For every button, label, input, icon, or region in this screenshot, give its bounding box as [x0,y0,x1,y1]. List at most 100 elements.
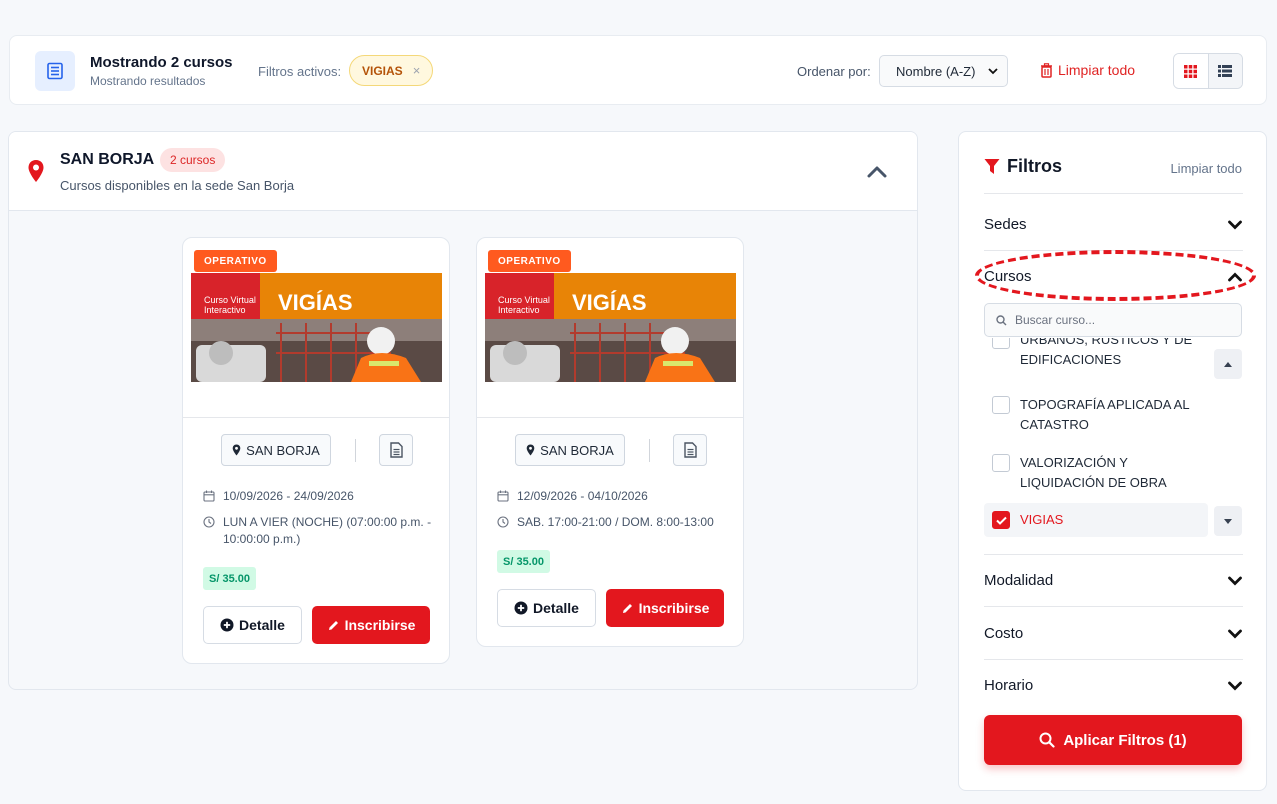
category-tag: OPERATIVO [488,250,571,272]
map-pin-icon [232,444,241,456]
divider [984,193,1243,194]
banner-small-text-2: Interactivo [204,305,246,315]
active-filters-label: Filtros activos: [258,64,342,79]
location-label: SAN BORJA [246,442,320,458]
sede-header[interactable]: SAN BORJA 2 cursos Cursos disponibles en… [9,132,917,211]
search-placeholder: Buscar curso... [1015,313,1096,327]
plus-circle-icon [220,618,234,632]
map-pin-icon [28,160,44,182]
chevron-up-icon[interactable] [866,165,888,179]
course-search-input[interactable]: Buscar curso... [984,303,1242,337]
schedule-text: SAB. 17:00-21:00 / DOM. 8:00-13:00 [517,515,714,529]
vertical-divider [649,439,650,462]
section-sedes[interactable]: Sedes [984,216,1243,233]
course-option-selected[interactable]: VIGIAS [984,503,1208,537]
section-cursos[interactable]: Cursos [984,268,1243,285]
view-toggle [1173,53,1243,89]
sidebar-clear-all[interactable]: Limpiar todo [1170,161,1242,176]
checkbox-checked[interactable] [992,511,1010,529]
divider [984,554,1243,555]
checkbox[interactable] [992,396,1010,414]
document-button[interactable] [673,434,707,466]
chevron-down-icon[interactable] [1228,629,1242,639]
location-button[interactable]: SAN BORJA [515,434,625,466]
chevron-down-icon[interactable] [1228,576,1242,586]
course-option[interactable]: VALORIZACIÓN Y LIQUIDACIÓN DE OBRA [984,453,1208,493]
sede-description: Cursos disponibles en la sede San Borja [60,178,295,193]
location-button[interactable]: SAN BORJA [221,434,331,466]
calendar-icon [203,490,215,502]
course-option-label: TOPOGRAFÍA APLICADA AL CATASTRO [1020,397,1190,432]
course-option-label: URBANOS, RÚSTICOS Y DE EDIFICACIONES [1020,338,1193,367]
clock-icon [497,516,509,528]
triangle-up-icon [1224,361,1232,367]
banner-small-text: Curso Virtual [498,295,550,305]
enroll-button[interactable]: Inscribirse [606,589,724,627]
sort-label: Ordenar por: [797,64,871,79]
schedule-text: LUN A VIER (NOCHE) (07:00:00 p.m. - 10:0… [223,515,432,546]
banner-small-text: Curso Virtual [204,295,256,305]
checkbox[interactable] [992,454,1010,472]
course-banner: Curso Virtual Interactivo VIGÍAS [485,273,736,382]
banner-title: VIGÍAS [572,290,647,315]
chevron-up-icon[interactable] [1228,272,1242,282]
active-filter-chip[interactable]: VIGIAS × [349,55,434,86]
banner-small-text-2: Interactivo [498,305,540,315]
course-card: Curso Virtual Interactivo VIGÍAS OPERATI… [182,237,450,664]
section-horario[interactable]: Horario [984,677,1243,694]
pencil-icon [328,620,338,630]
results-title: Mostrando 2 cursos [90,54,233,71]
course-count-badge: 2 cursos [160,148,226,172]
sort-select[interactable]: Nombre (A-Z) [879,55,1008,87]
location-label: SAN BORJA [540,442,614,458]
detail-button[interactable]: Detalle [203,606,302,644]
divider [984,659,1243,660]
sort-value: Nombre (A-Z) [896,63,976,79]
remove-chip-icon[interactable]: × [413,63,421,78]
clock-icon [203,516,215,528]
course-list: URBANOS, RÚSTICOS Y DE EDIFICACIONES TOP… [984,338,1210,550]
divider [984,606,1243,607]
clear-all-button[interactable]: Limpiar todo [1040,62,1135,78]
scroll-up-button[interactable] [1214,349,1242,379]
filters-sidebar: Filtros Limpiar todo Sedes Cursos Buscar… [958,131,1267,791]
section-modalidad[interactable]: Modalidad [984,572,1243,589]
chevron-down-icon[interactable] [1228,681,1242,691]
section-label: Modalidad [984,572,1054,589]
date-range: 10/09/2026 - 24/09/2026 [203,489,354,503]
grid-view-button[interactable] [1174,54,1209,88]
category-tag: OPERATIVO [194,250,277,272]
trash-icon [1041,62,1052,78]
banner-title: VIGÍAS [278,290,353,315]
search-icon [996,314,1007,325]
apply-filters-button[interactable]: Aplicar Filtros (1) [984,715,1242,765]
course-option[interactable]: URBANOS, RÚSTICOS Y DE EDIFICACIONES [984,338,1208,370]
section-label: Sedes [984,216,1027,233]
sede-name: SAN BORJA [60,151,155,168]
grid-icon [1184,64,1198,78]
section-costo[interactable]: Costo [984,625,1243,642]
list-view-button[interactable] [1208,54,1242,88]
chip-label: VIGIAS [362,63,403,78]
document-button[interactable] [379,434,413,466]
schedule: SAB. 17:00-21:00 / DOM. 8:00-13:00 [497,514,727,531]
results-header: Mostrando 2 cursos Mostrando resultados … [9,35,1267,105]
search-icon [1039,732,1055,748]
card-divider [477,417,743,418]
vertical-divider [355,439,356,462]
course-card: Curso Virtual Interactivo VIGÍAS OPERATI… [476,237,744,647]
enroll-button[interactable]: Inscribirse [312,606,430,644]
course-option[interactable]: TOPOGRAFÍA APLICADA AL CATASTRO [984,395,1208,435]
list-view-icon [1218,65,1233,77]
section-label: Cursos [984,268,1032,285]
schedule: LUN A VIER (NOCHE) (07:00:00 p.m. - 10:0… [203,514,433,548]
pencil-icon [622,603,632,613]
price-badge: S/ 35.00 [497,550,550,573]
detail-button[interactable]: Detalle [497,589,596,627]
scroll-down-button[interactable] [1214,506,1242,536]
date-text: 12/09/2026 - 04/10/2026 [517,489,648,503]
enroll-label: Inscribirse [638,600,710,616]
checkbox[interactable] [992,338,1010,349]
chevron-down-icon[interactable] [1228,220,1242,230]
sede-panel: SAN BORJA 2 cursos Cursos disponibles en… [8,131,918,690]
